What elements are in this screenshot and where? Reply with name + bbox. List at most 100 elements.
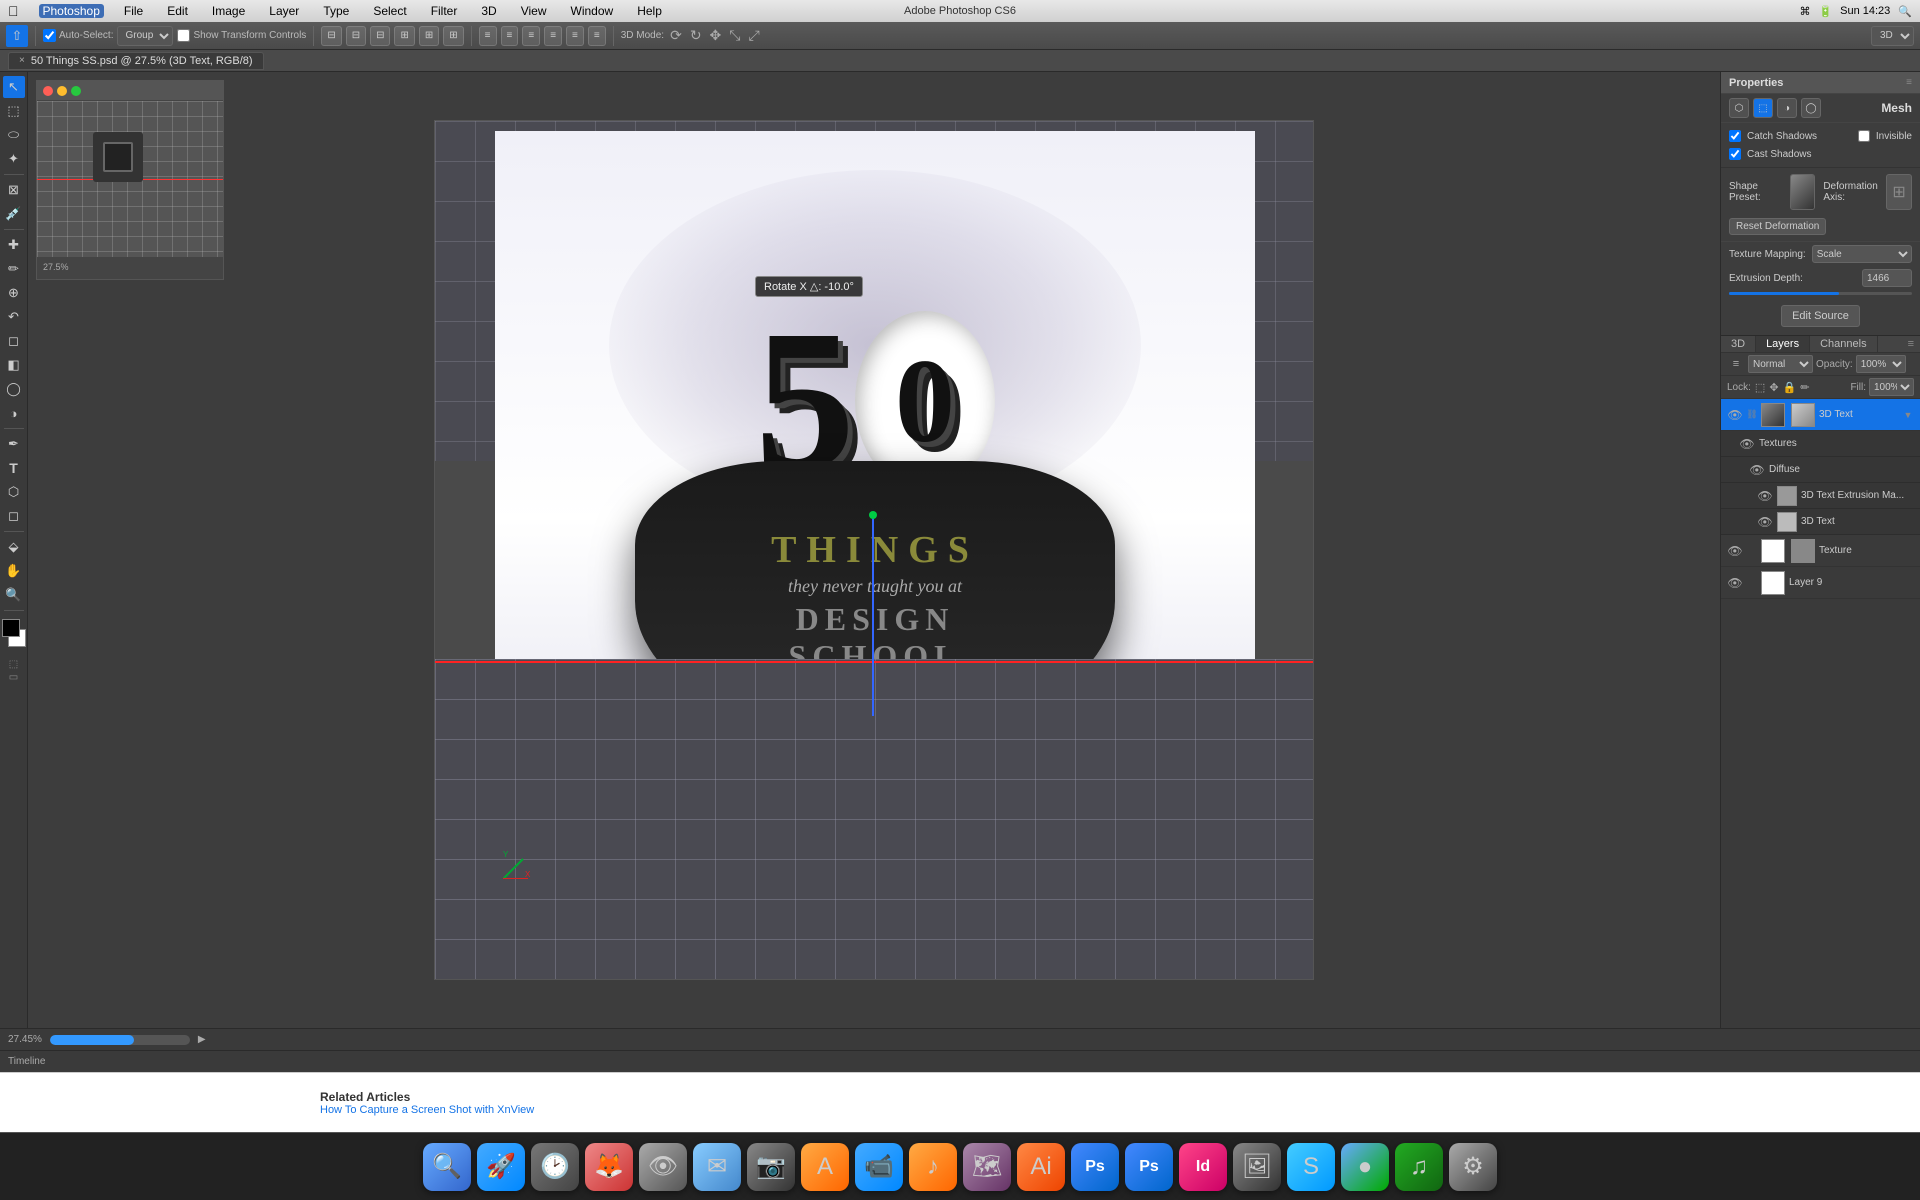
catch-shadows-checkbox[interactable] [1729,130,1741,142]
align-right-btn[interactable]: ⊟ [370,26,390,46]
properties-panel-collapse[interactable]: ≡ [1906,77,1912,88]
dock-itunes[interactable]: ♪ [909,1143,957,1191]
align-left-btn[interactable]: ⊟ [321,26,341,46]
layers-lock-kind-icon[interactable]: ≡ [1727,355,1745,373]
menu-layer[interactable]: Layer [265,4,303,18]
hand-tool[interactable]: ✋ [3,560,25,582]
menu-help[interactable]: Help [633,4,666,18]
dock-facetime[interactable]: 📹 [855,1143,903,1191]
align-center-h-btn[interactable]: ⊟ [346,26,366,46]
progress-arrow[interactable]: ▶ [198,1034,206,1045]
rotate-3d-icon[interactable]: ⟳ [668,27,684,44]
dock-appstore[interactable]: A [801,1143,849,1191]
clone-stamp-tool[interactable]: ⊕ [3,282,25,304]
reset-deformation-btn[interactable]: Reset Deformation [1729,218,1826,235]
opacity-select[interactable]: 100% [1856,355,1906,373]
tab-layers[interactable]: Layers [1756,336,1810,352]
shape-tool[interactable]: ◻ [3,505,25,527]
prop-cap-icon-btn[interactable]: ◯ [1801,98,1821,118]
cast-shadows-checkbox[interactable] [1729,148,1741,160]
blend-mode-select[interactable]: Normal Multiply [1748,355,1813,373]
dock-adobe-ai[interactable]: Ai [1017,1143,1065,1191]
menu-photoshop[interactable]: Photoshop [39,4,104,18]
prop-deform-icon-btn[interactable]: ◑ [1777,98,1797,118]
dock-spotify[interactable]: ♫ [1395,1143,1443,1191]
layer-item-9[interactable]: 👁 Layer 9 [1721,567,1920,599]
lock-position-icon[interactable]: ✥ [1769,381,1778,394]
foreground-color[interactable] [2,619,20,637]
lasso-tool[interactable]: ⬭ [3,124,25,146]
text-tool[interactable]: T [3,457,25,479]
prop-mesh-icon-btn[interactable]: ⬚ [1753,98,1773,118]
dock-mail[interactable]: ✉ [693,1143,741,1191]
menu-image[interactable]: Image [208,4,249,18]
align-center-v-btn[interactable]: ⊞ [419,26,439,46]
dock-iphoto[interactable]: 🖼 [1233,1143,1281,1191]
path-tool[interactable]: ⬡ [3,481,25,503]
dock-firefox[interactable]: 🦊 [585,1143,633,1191]
navigator-maximize-btn[interactable] [71,86,81,96]
doc-tab-item[interactable]: × 50 Things SS.psd @ 27.5% (3D Text, RGB… [8,52,264,70]
zoom-tool[interactable]: 🔍 [3,584,25,606]
auto-select-checkbox[interactable] [43,29,56,42]
distribute-btn-2[interactable]: ≡ [501,26,519,46]
dock-id[interactable]: Id [1179,1143,1227,1191]
roll-3d-icon[interactable]: ↻ [688,27,704,44]
dock-misc[interactable]: ⚙ [1449,1143,1497,1191]
search-icon[interactable]: 🔍 [1898,5,1912,18]
apple-logo-icon[interactable]:  [8,3,19,19]
slide-3d-icon[interactable]: ⤡ [727,27,742,44]
marquee-tool[interactable]: ⬚ [3,100,25,122]
layer-vis-textures[interactable]: 👁 [1739,436,1755,452]
eraser-tool[interactable]: ◻ [3,330,25,352]
lock-pixels-icon[interactable]: ⬚ [1755,381,1765,394]
doc-tab-close[interactable]: × [19,55,25,66]
screen-mode-btn[interactable]: ▭ [9,672,18,683]
distribute-btn-4[interactable]: ≡ [544,26,562,46]
dock-preview[interactable]: 👁 [639,1143,687,1191]
tab-channels[interactable]: Channels [1810,336,1877,352]
dock-finder[interactable]: 🔍 [423,1143,471,1191]
layer-sub-extrusion[interactable]: 👁 3D Text Extrusion Ma... [1721,483,1920,509]
scale-3d-icon[interactable]: ⤢ [746,27,761,44]
move-tool[interactable]: ↖ [3,76,25,98]
prop-scene-icon-btn[interactable]: ⬡ [1729,98,1749,118]
menu-file[interactable]: File [120,4,147,18]
pen-tool[interactable]: ✒ [3,433,25,455]
history-brush-tool[interactable]: ↶ [3,306,25,328]
align-top-btn[interactable]: ⊞ [394,26,414,46]
dock-photos[interactable]: 📷 [747,1143,795,1191]
tab-3d[interactable]: 3D [1721,336,1756,352]
layer-vis-extrusion[interactable]: 👁 [1757,488,1773,504]
web-content-link[interactable]: How To Capture a Screen Shot with XnView [320,1104,1600,1116]
fill-select[interactable]: 100% [1869,378,1914,396]
distribute-btn-6[interactable]: ≡ [588,26,606,46]
layer-visibility-texture[interactable]: 👁 [1727,543,1743,559]
lock-all-icon[interactable]: 🔒 [1783,381,1797,394]
canvas-area[interactable]: 27.5% 5 0 [28,72,1720,1028]
layer-sub-3dtext-child[interactable]: 👁 3D Text [1721,509,1920,535]
align-bottom-btn[interactable]: ⊞ [443,26,463,46]
navigator-close-btn[interactable] [43,86,53,96]
healing-brush-tool[interactable]: ✚ [3,234,25,256]
quick-mask-btn[interactable]: ⬚ [9,659,18,670]
3d-tool[interactable]: ⬙ [3,536,25,558]
menu-view[interactable]: View [517,4,551,18]
dock-maps[interactable]: 🗺 [963,1143,1011,1191]
dock-launchpad[interactable]: 🚀 [477,1143,525,1191]
layer-sub-diffuse[interactable]: 👁 Diffuse [1721,457,1920,483]
eyedropper-tool[interactable]: 💉 [3,203,25,225]
menu-edit[interactable]: Edit [163,4,192,18]
navigator-minimize-btn[interactable] [57,86,67,96]
auto-select-select[interactable]: Group Layer [117,26,173,46]
texture-mapping-select[interactable]: Scale Tile [1812,245,1912,263]
dock-clock[interactable]: 🕑 [531,1143,579,1191]
crop-tool[interactable]: ⊠ [3,179,25,201]
layers-panel-menu[interactable]: ≡ [1902,336,1920,352]
layer-sub-textures[interactable]: 👁 Textures [1721,431,1920,457]
layer-item-3d-text[interactable]: 👁 ⛓ 3D Text ▼ [1721,399,1920,431]
extrusion-depth-input[interactable] [1862,269,1912,287]
layer-vis-3dtext-child[interactable]: 👁 [1757,514,1773,530]
distribute-btn-5[interactable]: ≡ [566,26,584,46]
dock-ps[interactable]: Ps [1071,1143,1119,1191]
